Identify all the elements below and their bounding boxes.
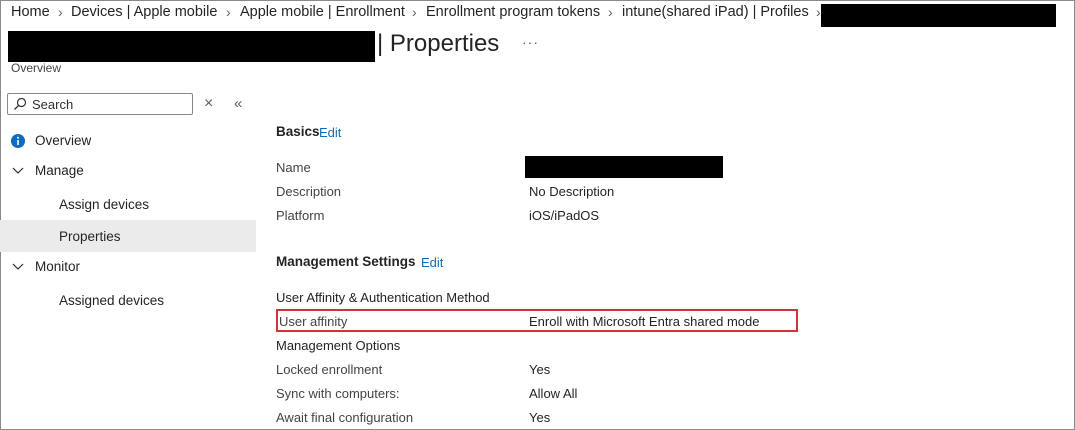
search-placeholder: Search	[32, 97, 74, 112]
basics-edit-link[interactable]: Edit	[319, 125, 341, 140]
nav-item-overview[interactable]: Overview	[0, 125, 256, 157]
breadcrumb-profiles[interactable]: intune(shared iPad) | Profiles	[622, 4, 809, 20]
nav-item-properties[interactable]: Properties	[0, 220, 256, 252]
breadcrumb-apple-mobile-enrollment[interactable]: Apple mobile | Enrollment	[240, 4, 405, 20]
breadcrumb-enrollment-program-tokens[interactable]: Enrollment program tokens	[426, 4, 600, 20]
nav-label-assign-devices: Assign devices	[59, 197, 150, 212]
chevron-down-icon	[12, 167, 24, 174]
breadcrumb-devices-apple-mobile[interactable]: Devices | Apple mobile	[71, 4, 217, 20]
breadcrumb-separator: ›	[226, 4, 231, 20]
clear-search-icon[interactable]: ×	[204, 95, 213, 113]
property-value-user-affinity: Enroll with Microsoft Entra shared mode	[529, 314, 760, 329]
redacted-profile-name	[8, 31, 375, 62]
property-label-platform: Platform	[276, 208, 325, 223]
management-settings-heading: Management Settings	[276, 254, 416, 269]
breadcrumb-separator: ›	[816, 4, 821, 20]
nav-label-manage: Manage	[35, 163, 84, 178]
chevron-down-icon	[12, 263, 24, 270]
nav-item-assign-devices[interactable]: Assign devices	[0, 189, 256, 221]
redacted-name-value	[525, 156, 723, 178]
nav-group-monitor[interactable]: Monitor	[0, 251, 256, 283]
nav-item-assigned-devices[interactable]: Assigned devices	[0, 285, 256, 317]
breadcrumb-home[interactable]: Home	[11, 4, 50, 20]
breadcrumb-separator: ›	[412, 4, 417, 20]
nav-label-overview: Overview	[35, 133, 92, 148]
basics-heading: Basics	[276, 124, 320, 139]
nav-label-properties: Properties	[59, 229, 121, 244]
property-value-description: No Description	[529, 184, 615, 199]
property-label-sync-with-computers: Sync with computers:	[276, 386, 400, 401]
nav-label-assigned-devices: Assigned devices	[59, 293, 165, 308]
redacted-breadcrumb	[821, 4, 1056, 27]
breadcrumb-separator: ›	[608, 4, 613, 20]
group-heading-user-affinity-auth: User Affinity & Authentication Method	[276, 290, 490, 305]
property-label-description: Description	[276, 184, 342, 199]
search-icon	[14, 97, 27, 110]
nav-group-manage[interactable]: Manage	[0, 155, 256, 187]
info-icon	[11, 134, 25, 148]
property-label-user-affinity: User affinity	[279, 314, 348, 329]
page-subtitle: Overview	[11, 61, 62, 75]
property-value-sync-with-computers: Allow All	[529, 386, 578, 401]
page-title: | Properties	[377, 30, 500, 57]
breadcrumb-separator: ›	[58, 4, 63, 20]
property-label-locked-enrollment: Locked enrollment	[276, 362, 383, 377]
property-label-name: Name	[276, 160, 311, 175]
nav-label-monitor: Monitor	[35, 259, 81, 274]
search-input[interactable]: Search	[7, 93, 193, 115]
management-edit-link[interactable]: Edit	[421, 255, 443, 270]
more-options-button[interactable]: ···	[522, 34, 539, 50]
property-value-locked-enrollment: Yes	[529, 362, 551, 377]
property-value-platform: iOS/iPadOS	[529, 208, 600, 223]
property-label-await-final-configuration: Await final configuration	[276, 410, 414, 425]
property-value-await-final-configuration: Yes	[529, 410, 551, 425]
group-heading-management-options: Management Options	[276, 338, 401, 353]
collapse-menu-icon[interactable]: «	[234, 95, 242, 112]
